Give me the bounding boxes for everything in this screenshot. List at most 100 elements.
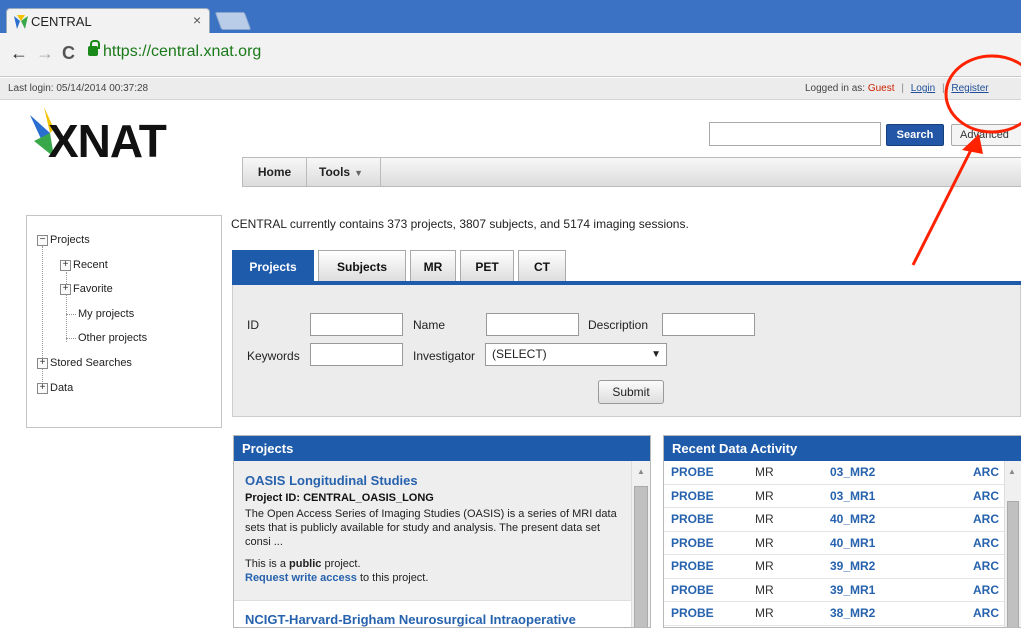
scroll-up-icon[interactable]: ▲	[1005, 467, 1019, 476]
recent-scrollbar[interactable]: ▲	[1004, 461, 1021, 627]
search-input[interactable]	[709, 122, 881, 146]
expand-icon[interactable]: +	[60, 259, 71, 271]
request-access-text: Request write access to this project.	[245, 571, 621, 585]
address-bar: ← → C https://central.xnat.org	[0, 33, 1021, 77]
sidebar-item-other-projects[interactable]: Other projects	[66, 332, 147, 344]
table-row: PROBE MR 03_MR1 ARC	[664, 485, 1004, 508]
browser-tab-title: CENTRAL	[31, 14, 92, 29]
submit-button[interactable]: Submit	[598, 380, 664, 404]
menu-home[interactable]: Home	[243, 158, 307, 186]
name-field[interactable]	[486, 313, 579, 336]
row-session-link[interactable]: 40_MR1	[830, 536, 875, 550]
sidebar-item-stored-searches[interactable]: + Stored Searches	[37, 357, 132, 369]
sidebar-item-label: Projects	[50, 234, 90, 246]
url-field[interactable]: https://central.xnat.org	[103, 43, 261, 61]
row-archive-link[interactable]: ARC	[973, 489, 999, 503]
investigator-select[interactable]: (SELECT) ▼	[485, 343, 667, 366]
advanced-search-button[interactable]: Advanced	[951, 124, 1021, 146]
row-archive-link[interactable]: ARC	[973, 536, 999, 550]
row-modality: MR	[755, 488, 774, 503]
row-session-link[interactable]: 38_MR2	[830, 606, 875, 620]
row-archive-link[interactable]: ARC	[973, 559, 999, 573]
tab-projects[interactable]: Projects	[232, 250, 314, 282]
tree-line	[66, 313, 76, 315]
sidebar-item-projects[interactable]: − Projects	[37, 234, 90, 246]
row-archive-link[interactable]: ARC	[973, 606, 999, 620]
row-project-link[interactable]: PROBE	[671, 606, 714, 620]
search-button[interactable]: Search	[886, 124, 944, 146]
table-row: PROBE MR 40_MR1 ARC	[664, 532, 1004, 555]
table-row: PROBE MR 40_MR2 ARC	[664, 508, 1004, 532]
row-session-link[interactable]: 03_MR1	[830, 489, 875, 503]
row-session-link[interactable]: 39_MR1	[830, 583, 875, 597]
browser-tab[interactable]: CENTRAL ×	[6, 8, 210, 34]
project-access-text: This is a public project.	[245, 557, 621, 571]
row-archive-link[interactable]: ARC	[973, 465, 999, 479]
tab-pet[interactable]: PET	[460, 250, 514, 282]
logged-in-as-label: Logged in as:	[805, 83, 866, 94]
id-field[interactable]	[310, 313, 403, 336]
scroll-up-icon[interactable]: ▲	[632, 467, 650, 476]
row-archive-link[interactable]: ARC	[973, 583, 999, 597]
row-session-link[interactable]: 03_MR2	[830, 465, 875, 479]
sidebar-item-favorite[interactable]: + Favorite	[60, 283, 113, 295]
project-title-link[interactable]: OASIS Longitudinal Studies	[245, 473, 418, 488]
projects-panel-header: Projects	[234, 436, 650, 461]
expand-icon[interactable]: +	[60, 283, 71, 295]
row-project-link[interactable]: PROBE	[671, 559, 714, 573]
row-project-link[interactable]: PROBE	[671, 512, 714, 526]
table-row: PROBE MR 39_MR2 ARC	[664, 555, 1004, 579]
project-description: The Open Access Series of Imaging Studie…	[245, 508, 617, 548]
menu-tools-label: Tools	[319, 165, 351, 179]
row-modality: MR	[755, 465, 774, 479]
request-write-access-link[interactable]: Request write access	[245, 572, 357, 584]
forward-arrow-icon[interactable]: →	[36, 43, 54, 64]
sidebar-item-data[interactable]: + Data	[37, 382, 73, 394]
description-field[interactable]	[662, 313, 755, 336]
separator: |	[901, 83, 904, 94]
sidebar-item-label: Data	[50, 382, 74, 394]
sidebar-item-label: Favorite	[73, 283, 113, 295]
projects-scrollbar[interactable]: ▲	[631, 461, 650, 627]
header-status-bar: Last login: 05/14/2014 00:37:28 Logged i…	[0, 78, 1021, 100]
projects-panel: Projects OASIS Longitudinal Studies Proj…	[233, 435, 651, 628]
sidebar-item-label: My projects	[78, 308, 135, 320]
keywords-field[interactable]	[310, 343, 403, 366]
expand-icon[interactable]: +	[37, 357, 48, 369]
tab-ct[interactable]: CT	[518, 250, 566, 282]
login-link[interactable]: Login	[911, 83, 935, 94]
chevron-down-icon: ▼	[354, 168, 364, 178]
row-archive-link[interactable]: ARC	[973, 512, 999, 526]
tab-subjects[interactable]: Subjects	[318, 250, 406, 282]
sidebar-item-my-projects[interactable]: My projects	[66, 308, 134, 320]
row-project-link[interactable]: PROBE	[671, 536, 714, 550]
row-session-link[interactable]: 39_MR2	[830, 559, 875, 573]
browser-tab-bar: CENTRAL ×	[0, 0, 1021, 34]
scrollbar-thumb[interactable]	[634, 486, 648, 627]
description-label: Description	[588, 318, 649, 332]
xnat-logo-text[interactable]: XNAT	[48, 114, 167, 168]
sidebar-item-recent[interactable]: + Recent	[60, 259, 108, 271]
row-session-link[interactable]: 40_MR2	[830, 512, 875, 526]
site-summary-text: CENTRAL currently contains 373 projects,…	[231, 217, 689, 231]
tab-mr[interactable]: MR	[410, 250, 456, 282]
new-tab-button[interactable]	[214, 12, 252, 30]
menu-tools[interactable]: Tools ▼	[307, 158, 381, 186]
close-icon[interactable]: ×	[193, 12, 201, 28]
register-link[interactable]: Register	[951, 83, 988, 94]
back-arrow-icon[interactable]: ←	[10, 43, 28, 64]
project-title-link[interactable]: NCIGT-Harvard-Brigham Neurosurgical Intr…	[245, 612, 576, 627]
chevron-down-icon: ▼	[651, 349, 661, 360]
name-label: Name	[413, 318, 446, 332]
keywords-label: Keywords	[247, 349, 300, 363]
row-project-link[interactable]: PROBE	[671, 489, 714, 503]
row-modality: MR	[755, 582, 774, 597]
expand-icon[interactable]: +	[37, 382, 48, 394]
table-row: PROBE MR 03_MR2 ARC	[664, 461, 1004, 485]
collapse-icon[interactable]: −	[37, 234, 48, 246]
row-project-link[interactable]: PROBE	[671, 583, 714, 597]
project-id: Project ID: CENTRAL_OASIS_LONG	[245, 492, 434, 504]
scrollbar-thumb[interactable]	[1007, 501, 1019, 627]
row-project-link[interactable]: PROBE	[671, 465, 714, 479]
reload-icon[interactable]: C	[62, 43, 75, 64]
